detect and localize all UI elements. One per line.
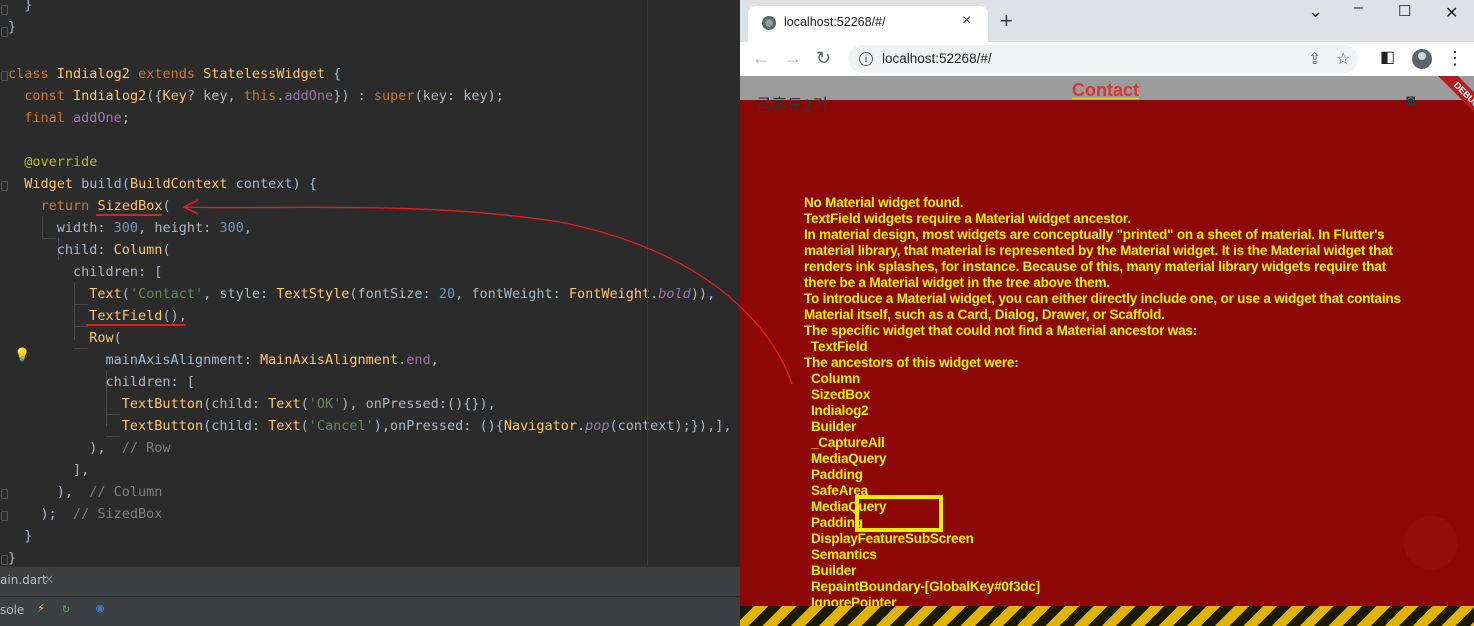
address-bar[interactable]: i localhost:52268/#/ ⇪ ☆ bbox=[848, 45, 1358, 73]
code-line-textfield: TextField(), bbox=[89, 308, 187, 324]
fold-marker[interactable] bbox=[1, 489, 8, 499]
forward-icon[interactable]: → bbox=[784, 48, 802, 68]
new-tab-button[interactable]: + bbox=[1000, 8, 1013, 34]
person-icon: ◙ bbox=[1406, 92, 1416, 109]
code-line: ], bbox=[8, 462, 90, 478]
code-line: } bbox=[8, 19, 17, 35]
browser-toolbar: ← → ↻ i localhost:52268/#/ ⇪ ☆ ◧ ⋮ bbox=[740, 42, 1474, 76]
menu-kebab-icon[interactable]: ⋮ bbox=[1446, 48, 1464, 68]
code-editor-pane: } } class Indialog2 extends StatelessWid… bbox=[0, 0, 740, 626]
right-margin-guide bbox=[647, 0, 648, 566]
profile-avatar-icon[interactable] bbox=[1412, 49, 1432, 69]
run-toolbar: sole ⚡ ↻ ◉ bbox=[0, 596, 740, 626]
error-line: TextField widgets require a Material wid… bbox=[804, 211, 1131, 226]
fold-marker[interactable] bbox=[1, 5, 8, 15]
share-icon[interactable]: ⇪ bbox=[1308, 49, 1321, 69]
error-line: In material design, most widgets are con… bbox=[804, 227, 1385, 242]
side-panel-icon[interactable]: ◧ bbox=[1380, 48, 1395, 68]
code-line: Text('Contact', style: TextStyle(fontSiz… bbox=[89, 286, 716, 302]
annotation-highlight-box bbox=[855, 495, 943, 532]
editor-gutter bbox=[0, 0, 8, 566]
ancestor-item: RepaintBoundary-[GlobalKey#0f3dc] bbox=[811, 579, 1040, 594]
ancestor-item: Padding bbox=[811, 467, 863, 482]
lightbulb-icon[interactable]: 💡 bbox=[14, 349, 30, 363]
code-line: class Indialog2 extends StatelessWidget … bbox=[8, 66, 342, 82]
ancestors-header: The ancestors of this widget were: bbox=[804, 355, 1019, 370]
close-icon[interactable]: × bbox=[44, 572, 54, 586]
back-icon[interactable]: ← bbox=[752, 48, 770, 68]
code-line: child: Column( bbox=[8, 242, 171, 258]
contact-title-text: Contact bbox=[1072, 80, 1139, 100]
hot-restart-icon[interactable]: ↻ bbox=[58, 601, 74, 617]
error-line: To introduce a Material widget, you can … bbox=[804, 291, 1401, 306]
code-line: ), // Row bbox=[8, 440, 171, 456]
ancestor-item: MediaQuery bbox=[811, 451, 887, 466]
error-line: there be a Material widget in the tree a… bbox=[804, 275, 1110, 290]
code-line: children: [ bbox=[8, 374, 195, 390]
code-line: width: 300, height: 300, bbox=[8, 220, 252, 236]
editor-tab-bar: ain.dart × bbox=[0, 566, 740, 597]
browser-tab[interactable]: localhost:52268/#/ × bbox=[748, 6, 988, 42]
reload-icon[interactable]: ↻ bbox=[816, 48, 831, 68]
ancestor-item: SizedBox bbox=[811, 387, 871, 402]
code-line: Widget build(BuildContext context) { bbox=[24, 176, 317, 192]
code-line: Row( bbox=[89, 330, 122, 346]
error-line: Material itself, such as a Card, Dialog,… bbox=[804, 307, 1165, 322]
code-line: ); // SizedBox bbox=[8, 506, 163, 522]
globe-icon bbox=[762, 16, 776, 30]
console-tab[interactable]: sole bbox=[0, 603, 24, 617]
ancestor-item: Builder bbox=[811, 563, 857, 578]
code-line: TextButton(child: Text('Cancel'),onPress… bbox=[121, 418, 732, 434]
code-line: } bbox=[8, 528, 33, 544]
code-line: } bbox=[8, 0, 33, 13]
fold-marker[interactable] bbox=[1, 71, 8, 81]
code-line: const Indialog2({Key? key, this.addOne})… bbox=[24, 88, 504, 104]
code-line-sizedbox: return SizedBox( bbox=[40, 198, 171, 214]
close-window-button[interactable]: ✕ bbox=[1445, 3, 1458, 23]
code-line: mainAxisAlignment: MainAxisAlignment.end… bbox=[8, 352, 439, 368]
error-line: material library, that material is repre… bbox=[804, 243, 1393, 258]
ancestor-item: Column bbox=[811, 371, 861, 386]
hot-reload-icon[interactable]: ⚡ bbox=[33, 601, 49, 617]
error-widget-name: TextField bbox=[811, 339, 868, 354]
browser-window: localhost:52268/#/ × + ⌄ – ☐ ✕ ← → ↻ i l… bbox=[740, 0, 1474, 626]
error-line: renders ink splashes, for instance. Beca… bbox=[804, 259, 1386, 274]
close-tab-icon[interactable]: × bbox=[962, 12, 971, 30]
ancestor-item: Indialog2 bbox=[811, 403, 869, 418]
app-bar-title: 금혼도2기 bbox=[756, 96, 829, 115]
code-line: final addOne; bbox=[24, 110, 130, 126]
ancestor-item: _CaptureAll bbox=[811, 435, 885, 450]
code-line: TextButton(child: Text('OK'), onPressed:… bbox=[121, 396, 496, 412]
maximize-button[interactable]: ☐ bbox=[1398, 2, 1411, 20]
tab-search-icon[interactable]: ⌄ bbox=[1308, 1, 1323, 22]
site-info-icon[interactable]: i bbox=[859, 52, 873, 66]
error-line: The specific widget that could not find … bbox=[804, 323, 1198, 338]
ancestor-item: DisplayFeatureSubScreen bbox=[811, 531, 974, 546]
fold-marker[interactable] bbox=[1, 511, 8, 521]
code-line: children: [ bbox=[8, 264, 163, 280]
url-text[interactable]: localhost:52268/#/ bbox=[882, 51, 992, 66]
overflow-warning-stripes bbox=[740, 606, 1474, 626]
browser-tab-strip: localhost:52268/#/ × + ⌄ – ☐ ✕ bbox=[740, 0, 1474, 42]
ancestor-item: Semantics bbox=[811, 547, 877, 562]
flutter-app-viewport: 금혼도2기 Contact ◙ DEBUG No Material widget… bbox=[740, 76, 1474, 626]
fold-marker[interactable] bbox=[1, 181, 8, 191]
file-tab-main-dart[interactable]: ain.dart bbox=[0, 573, 47, 587]
error-line: No Material widget found. bbox=[804, 195, 964, 210]
code-line: ), // Column bbox=[8, 484, 163, 500]
fold-marker[interactable] bbox=[1, 555, 8, 565]
bookmark-star-icon[interactable]: ☆ bbox=[1336, 49, 1350, 69]
code-line: @override bbox=[24, 154, 98, 170]
devtools-icon[interactable]: ◉ bbox=[92, 601, 108, 617]
minimize-button[interactable]: – bbox=[1354, 0, 1363, 17]
code-area[interactable]: } } class Indialog2 extends StatelessWid… bbox=[8, 0, 740, 566]
browser-tab-title: localhost:52268/#/ bbox=[784, 15, 886, 29]
ancestor-item: Builder bbox=[811, 419, 857, 434]
fold-marker[interactable] bbox=[1, 27, 8, 37]
error-message: No Material widget found. TextField widg… bbox=[804, 195, 1424, 611]
